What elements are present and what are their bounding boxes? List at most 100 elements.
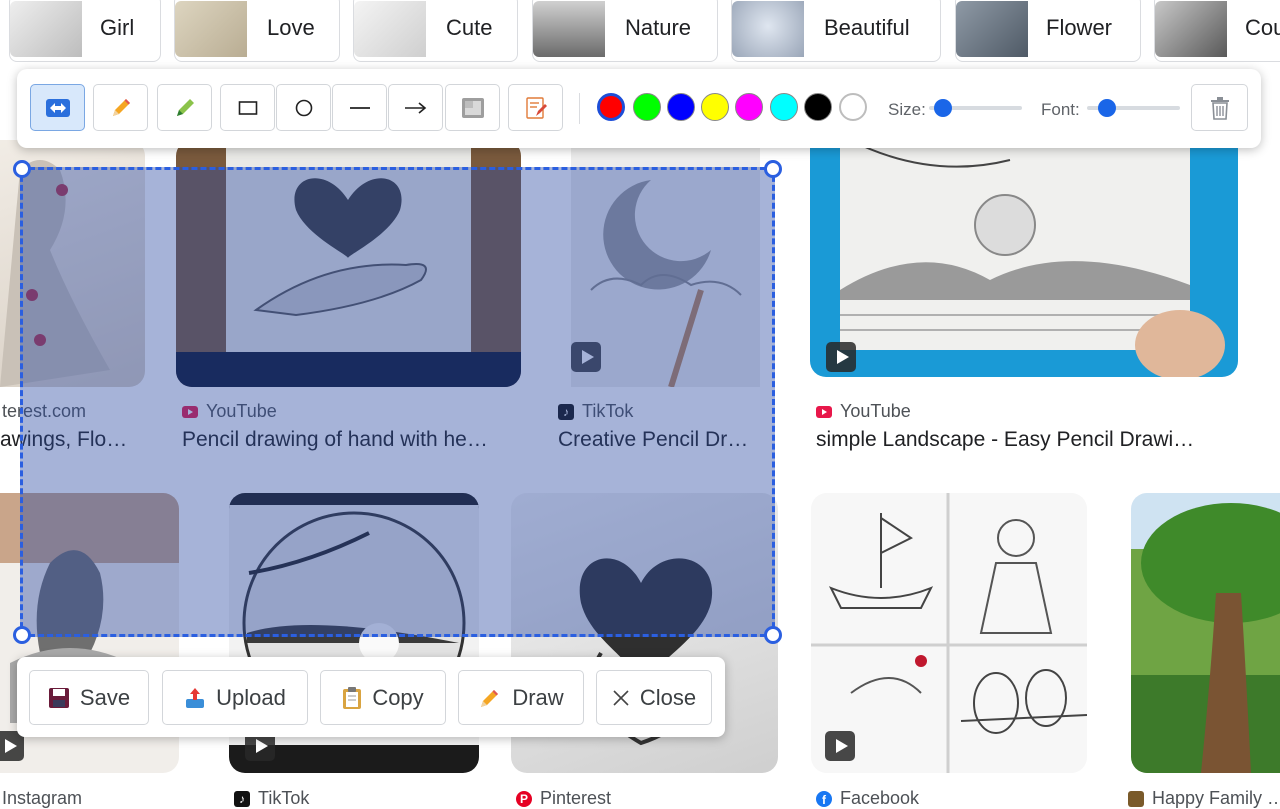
result-source: Instagram <box>2 788 82 809</box>
tiktok-icon: ♪ <box>234 790 250 807</box>
resize-handle-top-left[interactable] <box>13 160 31 178</box>
chip-label: Cou <box>1245 15 1280 40</box>
chip-label: Flower <box>1046 15 1113 40</box>
rectangle-icon <box>238 100 257 115</box>
upload-button[interactable]: Upload <box>162 670 308 725</box>
draw-button[interactable]: Draw <box>458 670 584 725</box>
resize-handle-top-right[interactable] <box>764 160 782 178</box>
upload-icon <box>186 687 205 708</box>
result-image-tree-painting[interactable] <box>1131 493 1280 773</box>
filter-chips-row: Girl Love Cute Nature Beautiful Flower C… <box>0 0 1280 64</box>
circle-tool-button[interactable] <box>276 84 331 131</box>
color-swatch-yellow[interactable] <box>701 93 729 121</box>
chip-thumbnail <box>354 1 426 57</box>
close-icon <box>613 689 629 706</box>
highlighter-tool-button[interactable] <box>157 84 212 131</box>
chip-label: Nature <box>625 15 692 40</box>
copy-button[interactable]: Copy <box>320 670 446 725</box>
color-swatch-cyan[interactable] <box>770 93 798 121</box>
font-slider[interactable] <box>1087 99 1180 117</box>
blur-icon <box>461 97 484 118</box>
line-icon <box>349 106 370 109</box>
save-button[interactable]: Save <box>29 670 149 725</box>
landscape-drawing-illustration <box>840 140 1225 377</box>
source-name: Happy Family … <box>1152 788 1280 808</box>
video-play-icon <box>826 342 856 372</box>
chip-thumbnail <box>732 1 804 57</box>
pinterest-icon: P <box>516 790 532 807</box>
text-note-icon <box>525 96 547 119</box>
size-slider-thumb[interactable] <box>933 99 952 117</box>
source-name: Facebook <box>840 788 920 808</box>
font-slider-thumb[interactable] <box>1098 99 1117 117</box>
clipboard-icon <box>343 686 362 709</box>
result-source: ♪ TikTok <box>234 788 309 809</box>
chip-nature[interactable]: Nature <box>532 0 718 62</box>
chip-love[interactable]: Love <box>174 0 340 62</box>
site-icon <box>1128 790 1144 807</box>
pencil-tool-button[interactable] <box>93 84 148 131</box>
chip-thumbnail <box>175 1 247 57</box>
chip-label: Cute <box>446 15 493 40</box>
draw-label: Draw <box>512 684 564 710</box>
blur-tool-button[interactable] <box>445 84 500 131</box>
facebook-icon: f <box>816 790 832 807</box>
circle-icon <box>295 99 312 116</box>
close-label: Close <box>639 684 697 710</box>
result-source: YouTube <box>816 401 911 422</box>
select-move-tool-button[interactable] <box>30 84 85 131</box>
color-swatch-white[interactable] <box>839 93 867 121</box>
tree-painting-illustration <box>1141 503 1280 773</box>
source-name: TikTok <box>258 788 310 808</box>
toolbar-divider <box>579 93 580 124</box>
resize-handle-bottom-left[interactable] <box>13 626 31 644</box>
arrow-tool-button[interactable] <box>388 84 443 131</box>
result-title[interactable]: simple Landscape - Easy Pencil Drawi… <box>816 428 1226 452</box>
chip-thumbnail <box>956 1 1028 57</box>
rectangle-tool-button[interactable] <box>220 84 275 131</box>
capture-action-bar: Save Upload Copy Draw Close <box>17 657 725 737</box>
result-image-four-drawings[interactable] <box>811 493 1087 773</box>
chip-label: Beautiful <box>824 15 910 40</box>
color-swatch-magenta[interactable] <box>735 93 763 121</box>
chip-label: Girl <box>100 15 135 40</box>
color-swatch-black[interactable] <box>804 93 832 121</box>
youtube-icon <box>816 405 832 418</box>
chip-cute[interactable]: Cute <box>353 0 518 62</box>
chip-flower[interactable]: Flower <box>955 0 1141 62</box>
upload-label: Upload <box>216 684 286 710</box>
chip-thumbnail <box>533 1 605 57</box>
floppy-disk-icon <box>48 687 69 708</box>
result-source: Happy Family … <box>1128 788 1280 809</box>
move-arrows-icon <box>45 98 70 117</box>
pencil-icon <box>112 98 130 116</box>
highlighter-icon <box>176 98 194 116</box>
chip-thumbnail <box>1155 1 1227 57</box>
line-tool-button[interactable] <box>332 84 387 131</box>
chip-girl[interactable]: Girl <box>9 0 161 62</box>
chip-label: Love <box>267 15 315 40</box>
save-label: Save <box>79 684 131 710</box>
chip-couple[interactable]: Cou <box>1154 0 1280 62</box>
color-swatch-red[interactable] <box>597 93 625 121</box>
result-image-landscape[interactable] <box>810 140 1238 377</box>
video-play-icon <box>825 731 855 761</box>
close-button[interactable]: Close <box>596 670 712 725</box>
chip-thumbnail <box>10 1 82 57</box>
resize-handle-bottom-right[interactable] <box>764 626 782 644</box>
color-swatch-green[interactable] <box>633 93 661 121</box>
chip-beautiful[interactable]: Beautiful <box>731 0 941 62</box>
color-swatch-blue[interactable] <box>667 93 695 121</box>
delete-button[interactable] <box>1191 84 1248 131</box>
result-source: f Facebook <box>816 788 919 809</box>
size-slider[interactable] <box>929 99 1022 117</box>
arrow-right-icon <box>404 101 426 114</box>
source-name: Instagram <box>2 788 83 808</box>
font-label: Font: <box>1041 100 1080 119</box>
source-name: Pinterest <box>540 788 612 808</box>
text-tool-button[interactable] <box>508 84 563 131</box>
copy-label: Copy <box>372 684 424 710</box>
annotation-toolbar: Size: Font: <box>17 69 1261 148</box>
capture-selection-region[interactable] <box>13 160 782 644</box>
source-name: YouTube <box>840 401 911 421</box>
